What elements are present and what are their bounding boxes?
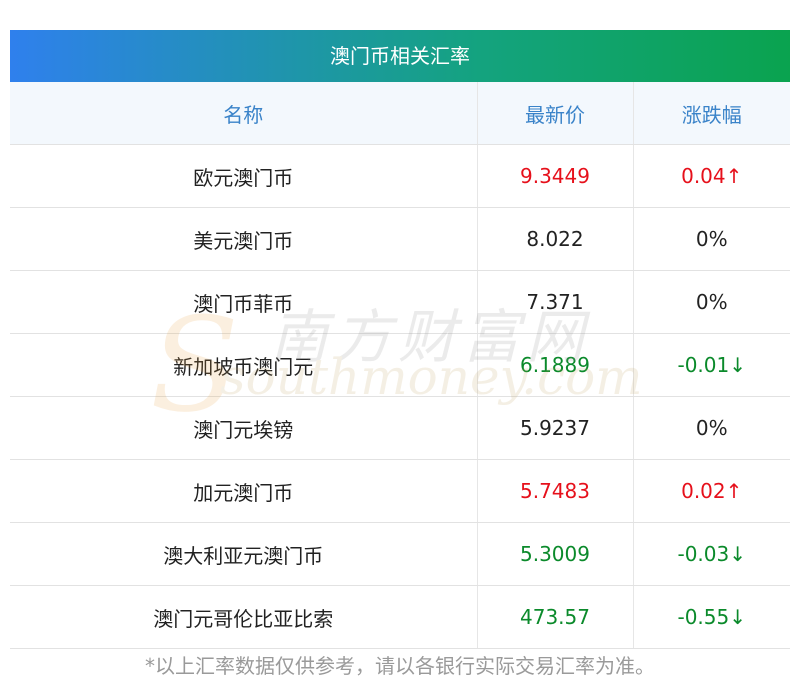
latest-price: 8.022: [476, 207, 633, 271]
latest-price: 5.9237: [476, 396, 633, 460]
rate-table: 名称 最新价 涨跌幅 欧元澳门币 9.3449 0.04↑ 美元澳门币 8.022 0% 澳…: [10, 82, 790, 649]
currency-pair-name: 加元澳门币: [10, 459, 477, 523]
latest-price: 9.3449: [476, 144, 633, 208]
price-change: -0.03↓: [632, 522, 790, 586]
table-row[interactable]: 澳门元埃镑 5.9237 0%: [10, 396, 790, 460]
currency-pair-name: 澳门元埃镑: [10, 396, 477, 460]
currency-pair-name: 新加坡币澳门元: [10, 333, 477, 397]
price-change: -0.55↓: [632, 585, 790, 649]
currency-pair-name: 澳门币菲币: [10, 270, 477, 334]
currency-pair-name: 欧元澳门币: [10, 144, 477, 208]
currency-pair-name: 美元澳门币: [10, 207, 477, 271]
column-header-name: 名称: [10, 82, 477, 145]
price-change: 0.02↑: [632, 459, 790, 523]
currency-pair-name: 澳大利亚元澳门币: [10, 522, 477, 586]
latest-price: 6.1889: [476, 333, 633, 397]
table-row[interactable]: 澳大利亚元澳门币 5.3009 -0.03↓: [10, 522, 790, 586]
price-change: 0%: [632, 270, 790, 334]
price-change: 0.04↑: [632, 144, 790, 208]
table-title: 澳门币相关汇率: [10, 30, 790, 82]
currency-pair-name: 澳门元哥伦比亚比索: [10, 585, 477, 649]
price-change: 0%: [632, 207, 790, 271]
rate-table-panel: 澳门币相关汇率 名称 最新价 涨跌幅 欧元澳门币 9.3449 0.04↑ 美元澳门币…: [10, 30, 790, 649]
price-change: 0%: [632, 396, 790, 460]
latest-price: 5.7483: [476, 459, 633, 523]
latest-price: 5.3009: [476, 522, 633, 586]
table-row[interactable]: 欧元澳门币 9.3449 0.04↑: [10, 144, 790, 208]
table-row[interactable]: 美元澳门币 8.022 0%: [10, 207, 790, 271]
table-row[interactable]: 澳门币菲币 7.371 0%: [10, 270, 790, 334]
latest-price: 7.371: [476, 270, 633, 334]
column-header-price: 最新价: [476, 82, 633, 145]
price-change: -0.01↓: [632, 333, 790, 397]
column-header-change: 涨跌幅: [632, 82, 790, 145]
table-row[interactable]: 加元澳门币 5.7483 0.02↑: [10, 459, 790, 523]
latest-price: 473.57: [476, 585, 633, 649]
table-row[interactable]: 新加坡币澳门元 6.1889 -0.01↓: [10, 333, 790, 397]
footnote: *以上汇率数据仅供参考，请以各银行实际交易汇率为准。: [145, 654, 655, 678]
table-row[interactable]: 澳门元哥伦比亚比索 473.57 -0.55↓: [10, 585, 790, 649]
table-header-row: 名称 最新价 涨跌幅: [10, 82, 790, 145]
